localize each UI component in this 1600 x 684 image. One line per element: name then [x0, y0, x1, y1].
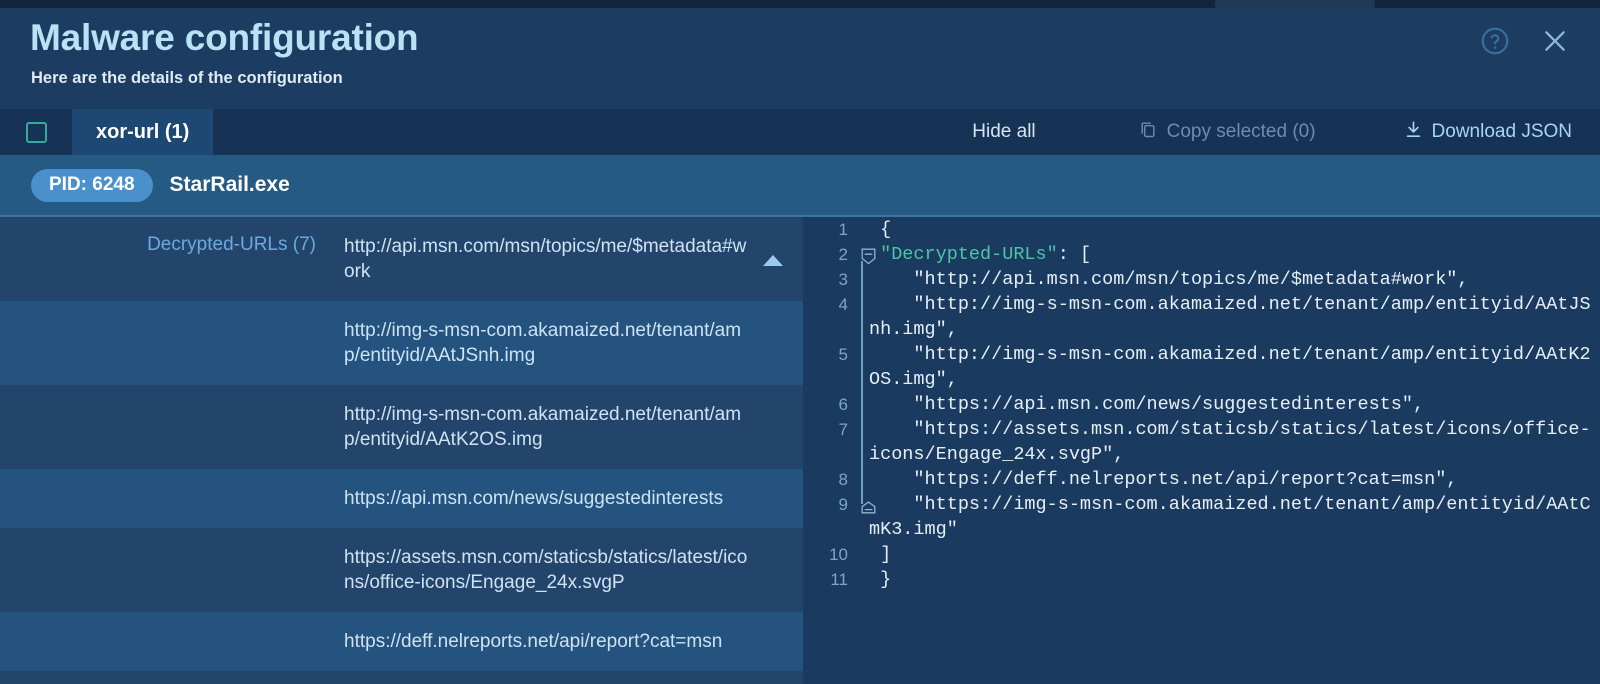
table-row-value: https://assets.msn.com/staticsb/statics/… [344, 547, 748, 593]
pid-badge: PID: 6248 [31, 168, 153, 202]
table-row-value: https://api.msn.com/news/suggestedintere… [344, 488, 724, 509]
code-line-number: 4 [838, 295, 848, 314]
code-line: "Decrypted-URLs": [ [880, 244, 1092, 265]
code-line: "https://deff.nelreports.net/api/report?… [913, 469, 1458, 490]
table-row[interactable]: Decrypted-URLs (7) http://api.msn.com/msn… [0, 217, 803, 301]
code-line: } [880, 569, 892, 590]
code-line: ] [880, 544, 892, 565]
code-line-number: 10 [829, 545, 848, 564]
modal-header: Malware configuration Here are the detai… [0, 8, 1600, 109]
download-json-label: Download JSON [1431, 121, 1572, 142]
content-area: Decrypted-URLs (7) http://api.msn.com/msn… [0, 215, 1600, 684]
code-line-number: 8 [838, 470, 848, 489]
code-line-number: 3 [838, 270, 848, 289]
table-row[interactable]: https://api.msn.com/news/suggestedintere… [0, 469, 803, 528]
code-line: "https://img-s-msn-com.akamaized.net/ten… [869, 494, 1591, 540]
help-button[interactable] [1478, 24, 1512, 58]
code-line: "https://assets.msn.com/staticsb/statics… [869, 419, 1591, 465]
copy-selected-label: Copy selected (0) [1166, 121, 1316, 142]
header-actions [1478, 24, 1572, 58]
code-line-number: 1 [838, 220, 848, 239]
process-name: StarRail.exe [169, 173, 290, 196]
decrypted-urls-table: Decrypted-URLs (7) http://api.msn.com/msn… [0, 217, 803, 684]
table-row-key-empty [0, 528, 330, 545]
close-icon [1539, 25, 1571, 57]
table-row-value: http://img-s-msn-com.akamaized.net/tenan… [344, 320, 742, 366]
table-row-key-empty [0, 612, 330, 629]
code-line: { [880, 219, 892, 240]
table-row[interactable]: https://deff.nelreports.net/api/report?c… [0, 612, 803, 671]
download-json-button[interactable]: Download JSON [1404, 120, 1572, 145]
download-icon [1404, 120, 1423, 145]
page-title: Malware configuration [30, 17, 419, 58]
tab-xor-url[interactable]: xor-url (1) [72, 109, 214, 155]
code-line-number: 6 [838, 395, 848, 414]
close-button[interactable] [1538, 24, 1572, 58]
malware-configuration-modal: Malware configuration Here are the detai… [0, 0, 1600, 684]
process-row: PID: 6248 StarRail.exe [0, 155, 1600, 215]
code-text: { "Decrypted-URLs": [ "http://api.msn.com/… [869, 217, 1600, 592]
table-row-value: https://img-s-msn-com.akamaized.net/tena… [330, 671, 803, 684]
code-line-number: 9 [838, 495, 848, 514]
copy-selected-button[interactable]: Copy selected (0) [1138, 119, 1316, 145]
table-row[interactable]: http://img-s-msn-com.akamaized.net/tenan… [0, 385, 803, 469]
checkbox-box [25, 121, 47, 143]
table-row-value: http://api.msn.com/msn/topics/me/$metada… [344, 236, 747, 282]
code-fold-bar [861, 261, 863, 504]
table-row[interactable]: https://img-s-msn-com.akamaized.net/tena… [0, 671, 803, 684]
select-all-checkbox[interactable] [0, 109, 72, 155]
toolbar: xor-url (1) Hide all Copy selected (0) D… [0, 109, 1600, 155]
toolbar-right-actions: Hide all Copy selected (0) Download JSON [972, 109, 1600, 155]
table-row[interactable]: https://assets.msn.com/staticsb/statics/… [0, 528, 803, 612]
copy-icon [1138, 119, 1158, 145]
table-row-value: http://img-s-msn-com.akamaized.net/tenan… [344, 404, 742, 450]
table-row[interactable]: http://img-s-msn-com.akamaized.net/tenan… [0, 301, 803, 385]
hide-all-label: Hide all [972, 121, 1036, 142]
json-code-panel[interactable]: 1 2 3 4 5 6 7 8 9 10 11 { "Decrypted-URLs": [ "http:… [803, 217, 1600, 684]
page-behind-overlay [0, 0, 1600, 8]
table-row-key-empty [0, 469, 330, 486]
table-row-key: Decrypted-URLs (7) [147, 234, 316, 255]
page-subtitle: Here are the details of the configuratio… [31, 69, 343, 87]
code-gutter: 1 2 3 4 5 6 7 8 9 10 11 [803, 217, 859, 592]
code-line: "http://img-s-msn-com.akamaized.net/tena… [869, 344, 1591, 390]
table-row-key-empty [0, 671, 330, 684]
table-row-key-empty [0, 301, 330, 318]
table-row-key-empty [0, 385, 330, 402]
collapse-caret-icon[interactable] [763, 255, 783, 266]
help-circle-icon [1479, 25, 1511, 57]
code-line: "http://api.msn.com/msn/topics/me/$metad… [913, 269, 1469, 290]
background-page-ghost [1215, 0, 1375, 8]
code-line: "https://api.msn.com/news/suggestedinter… [913, 394, 1425, 415]
code-line-number: 7 [838, 420, 848, 439]
code-line-number: 11 [830, 570, 848, 589]
code-line-number: 5 [838, 345, 848, 364]
code-line: "http://img-s-msn-com.akamaized.net/tena… [869, 294, 1591, 340]
code-line-number: 2 [838, 245, 848, 264]
hide-all-button[interactable]: Hide all [972, 121, 1035, 143]
table-row-value: https://deff.nelreports.net/api/report?c… [344, 631, 723, 652]
